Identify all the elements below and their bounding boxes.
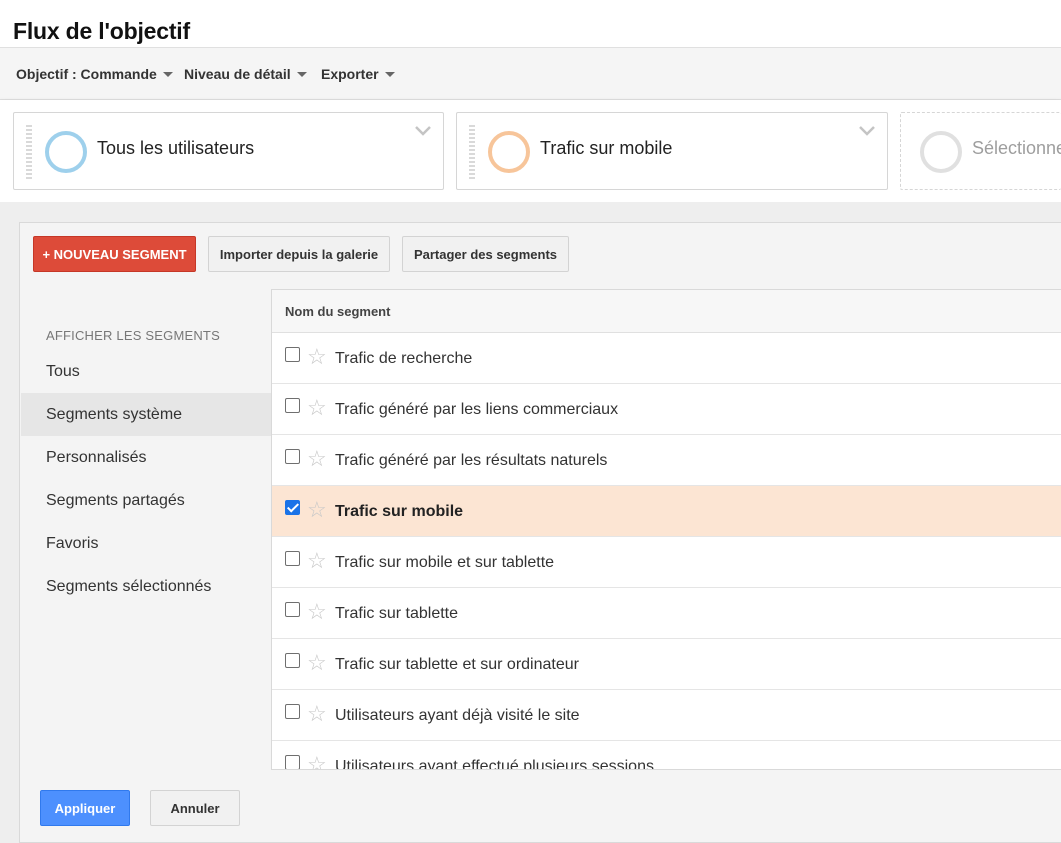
segment-card-name: Trafic sur mobile xyxy=(540,138,673,158)
segment-name: Trafic de recherche xyxy=(335,350,473,367)
table-row[interactable]: ☆ Trafic sur tablette xyxy=(272,588,1061,639)
table-row[interactable]: ☆ Trafic généré par les résultats nature… xyxy=(272,435,1061,486)
objective-dropdown[interactable]: Objectif : Commande xyxy=(16,66,173,82)
row-checkbox[interactable] xyxy=(285,347,300,362)
chevron-down-icon[interactable] xyxy=(413,121,433,141)
segment-name: Trafic généré par les résultats naturels xyxy=(335,452,608,469)
caret-down-icon xyxy=(296,71,307,77)
cancel-button[interactable]: Annuler xyxy=(150,790,240,826)
sidebar-item-shared[interactable]: Segments partagés xyxy=(21,479,271,522)
segment-ring-icon xyxy=(920,131,962,173)
row-checkbox[interactable] xyxy=(285,551,300,566)
table-row[interactable]: ☆ Trafic de recherche xyxy=(272,333,1061,384)
caret-down-icon xyxy=(384,71,395,77)
star-icon[interactable]: ☆ xyxy=(307,754,327,770)
table-row-selected[interactable]: ☆ Trafic sur mobile xyxy=(272,486,1061,537)
share-segments-button[interactable]: Partager des segments xyxy=(402,236,569,272)
star-icon[interactable]: ☆ xyxy=(307,499,327,521)
sidebar-heading: AFFICHER LES SEGMENTS xyxy=(46,328,220,343)
star-icon[interactable]: ☆ xyxy=(307,448,327,470)
sidebar-item-selected[interactable]: Segments sélectionnés xyxy=(21,565,271,608)
segment-name: Trafic sur tablette et sur ordinateur xyxy=(335,656,579,673)
segment-ring-icon xyxy=(45,131,87,173)
table-row[interactable]: ☆ Trafic généré par les liens commerciau… xyxy=(272,384,1061,435)
segment-ring-icon xyxy=(488,131,530,173)
segment-name: Utilisateurs ayant effectué plusieurs se… xyxy=(335,758,654,770)
star-icon[interactable]: ☆ xyxy=(307,550,327,572)
drag-handle-icon[interactable] xyxy=(26,125,32,179)
report-toolbar: Objectif : Commande Niveau de détail Exp… xyxy=(0,47,1061,100)
sidebar-item-all[interactable]: Tous xyxy=(21,350,271,393)
detail-level-label: Niveau de détail xyxy=(184,66,291,82)
segment-card-all-users[interactable]: Tous les utilisateurs xyxy=(13,112,444,190)
segment-sidebar: AFFICHER LES SEGMENTS Tous Segments syst… xyxy=(21,289,271,770)
segment-name: Trafic sur tablette xyxy=(335,605,459,622)
objective-dropdown-label: Objectif : Commande xyxy=(16,66,157,82)
segment-name: Trafic sur mobile xyxy=(335,503,464,520)
sidebar-item-custom[interactable]: Personnalisés xyxy=(21,436,271,479)
table-row[interactable]: ☆ Utilisateurs ayant déjà visité le site xyxy=(272,690,1061,741)
segment-picker-panel: + NOUVEAU SEGMENT Importer depuis la gal… xyxy=(19,222,1061,843)
segment-card-name: Sélectionner xyxy=(972,138,1061,158)
apply-button[interactable]: Appliquer xyxy=(40,790,130,826)
row-checkbox-checked[interactable] xyxy=(285,500,300,515)
row-checkbox[interactable] xyxy=(285,704,300,719)
row-checkbox[interactable] xyxy=(285,398,300,413)
segment-card-name: Tous les utilisateurs xyxy=(97,138,255,158)
import-gallery-button[interactable]: Importer depuis la galerie xyxy=(208,236,390,272)
star-icon[interactable]: ☆ xyxy=(307,397,327,419)
sidebar-item-favorites[interactable]: Favoris xyxy=(21,522,271,565)
star-icon[interactable]: ☆ xyxy=(307,703,327,725)
row-checkbox[interactable] xyxy=(285,755,300,769)
star-icon[interactable]: ☆ xyxy=(307,601,327,623)
segment-name: Trafic sur mobile et sur tablette xyxy=(335,554,555,571)
row-checkbox[interactable] xyxy=(285,602,300,617)
export-dropdown[interactable]: Exporter xyxy=(321,66,395,82)
export-label: Exporter xyxy=(321,66,379,82)
star-icon[interactable]: ☆ xyxy=(307,346,327,368)
segment-strip: Tous les utilisateurs Trafic sur mobile … xyxy=(0,100,1061,202)
segment-name: Utilisateurs ayant déjà visité le site xyxy=(335,707,580,724)
drag-handle-icon[interactable] xyxy=(469,125,475,179)
table-row[interactable]: ☆ Trafic sur tablette et sur ordinateur xyxy=(272,639,1061,690)
segment-name: Trafic généré par les liens commerciaux xyxy=(335,401,619,418)
sidebar-item-system-segments[interactable]: Segments système xyxy=(21,393,271,436)
star-icon[interactable]: ☆ xyxy=(307,652,327,674)
page-title: Flux de l'objectif xyxy=(13,18,190,44)
row-checkbox[interactable] xyxy=(285,449,300,464)
segment-table: Nom du segment ☆ Trafic de recherche ☆ T… xyxy=(271,289,1061,770)
caret-down-icon xyxy=(162,71,173,77)
chevron-down-icon[interactable] xyxy=(857,121,877,141)
segment-card-placeholder[interactable]: Sélectionner xyxy=(900,112,1061,190)
detail-level-dropdown[interactable]: Niveau de détail xyxy=(184,66,307,82)
new-segment-button[interactable]: + NOUVEAU SEGMENT xyxy=(33,236,196,272)
segment-card-mobile[interactable]: Trafic sur mobile xyxy=(456,112,888,190)
table-row[interactable]: ☆ Utilisateurs ayant effectué plusieurs … xyxy=(272,741,1061,770)
row-checkbox[interactable] xyxy=(285,653,300,668)
table-row[interactable]: ☆ Trafic sur mobile et sur tablette xyxy=(272,537,1061,588)
column-header-segment-name[interactable]: Nom du segment xyxy=(272,290,1061,333)
